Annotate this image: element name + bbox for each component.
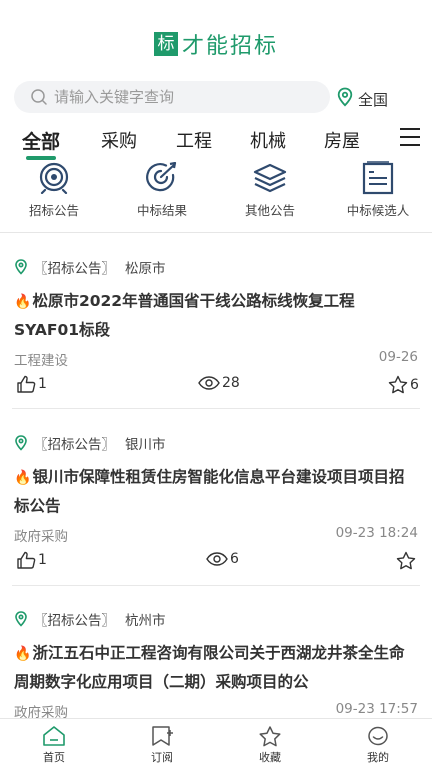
notice-title-text: 松原市2022年普通国省干线公路标线恢复工程SYAF01标段: [14, 292, 355, 339]
app-header: 标 才能招标: [0, 0, 432, 68]
card-meta: 工程建设 09-26: [14, 349, 418, 369]
hot-icon: 🔥: [14, 646, 32, 662]
quick-entries: 招标公告 中标结果 其他公告 中标候选人: [0, 160, 432, 220]
nav-home[interactable]: 首页: [0, 719, 108, 768]
location-selector[interactable]: 全国: [336, 85, 388, 110]
quick-entry-label: 中标结果: [136, 203, 187, 218]
location-pin-icon: [15, 435, 27, 451]
app-name: 才能招标: [181, 34, 278, 59]
quick-entry-label: 其他公告: [244, 203, 295, 218]
card-stats: 1 28 6: [14, 375, 419, 401]
quick-entry-other-notice[interactable]: 其他公告: [216, 160, 324, 220]
target-icon: [39, 162, 69, 194]
target-arrow-icon: [146, 162, 177, 192]
nav-profile[interactable]: 我的: [324, 719, 432, 768]
view-count-display: 6: [206, 551, 239, 567]
favorite-button[interactable]: 6: [388, 375, 419, 394]
notice-title-text: 银川市保障性租赁住房智能化信息平台建设项目项目招标公告: [14, 468, 405, 515]
subscribe-icon: [152, 726, 173, 746]
nav-label: 我的: [367, 751, 389, 764]
card-stats: 1 6: [14, 551, 418, 577]
notice-title[interactable]: 🔥银川市保障性租赁住房智能化信息平台建设项目项目招标公告: [14, 463, 418, 519]
card-meta: 政府采购 09-23 17:57: [14, 701, 418, 721]
location-pin-icon: [15, 611, 27, 627]
notice-type: 〖招标公告〗: [34, 261, 115, 277]
hot-icon: 🔥: [14, 294, 32, 310]
card-tag-line: 〖招标公告〗 松原市: [14, 257, 418, 277]
hot-icon: 🔥: [14, 470, 32, 486]
like-button[interactable]: 1: [16, 375, 47, 393]
view-count-display: 28: [198, 375, 240, 391]
card-tag-line: 〖招标公告〗 银川市: [14, 433, 418, 453]
category-tabs: 全部 采购 工程 机械 房屋: [0, 122, 432, 160]
nav-label: 首页: [43, 751, 65, 764]
notice-category: 工程建设: [14, 353, 68, 369]
like-count: 1: [38, 376, 47, 392]
location-pin-icon: [15, 259, 27, 275]
quick-entry-candidates[interactable]: 中标候选人: [324, 160, 432, 220]
list-item[interactable]: 〖招标公告〗 银川市 🔥银川市保障性租赁住房智能化信息平台建设项目项目招标公告 …: [0, 433, 432, 577]
star-icon: [396, 551, 416, 570]
app-logo: 标 才能招标: [153, 28, 278, 60]
nav-favorites[interactable]: 收藏: [216, 719, 324, 768]
menu-icon[interactable]: [400, 128, 420, 146]
quick-entry-tender-notice[interactable]: 招标公告: [0, 160, 108, 220]
card-tag-line: 〖招标公告〗 杭州市: [14, 609, 418, 629]
eye-icon: [198, 376, 220, 390]
quick-entry-label: 招标公告: [28, 203, 79, 218]
like-button[interactable]: 1: [16, 551, 47, 569]
nav-subscribe[interactable]: 订阅: [108, 719, 216, 768]
eye-icon: [206, 552, 228, 566]
location-pin-icon: [337, 87, 353, 107]
card-divider: [12, 585, 420, 586]
list-item[interactable]: 〖招标公告〗 松原市 🔥松原市2022年普通国省干线公路标线恢复工程SYAF01…: [0, 257, 432, 401]
card-divider: [12, 408, 420, 409]
home-icon: [43, 726, 65, 746]
star-icon: [388, 375, 408, 394]
notice-title[interactable]: 🔥浙江五石中正工程咨询有限公司关于西湖龙井茶全生命周期数字化应用项目（二期）采购…: [14, 639, 418, 695]
tab-housing[interactable]: 房屋: [324, 127, 360, 153]
notice-type: 〖招标公告〗: [34, 613, 115, 629]
notice-date: 09-23 18:24: [335, 525, 418, 541]
thumbs-up-icon: [17, 551, 36, 569]
bottom-nav: 首页 订阅 收藏 我的: [0, 718, 432, 768]
tab-engineering[interactable]: 工程: [176, 127, 212, 153]
notice-title[interactable]: 🔥松原市2022年普通国省干线公路标线恢复工程SYAF01标段: [14, 287, 418, 343]
like-count: 1: [38, 552, 47, 568]
layers-icon: [253, 163, 287, 193]
quick-entry-award-result[interactable]: 中标结果: [108, 160, 216, 220]
nav-label: 订阅: [151, 751, 173, 764]
quick-entry-label: 中标候选人: [346, 203, 410, 218]
notice-city: 银川市: [125, 437, 166, 453]
notice-category: 政府采购: [14, 529, 68, 545]
search-box[interactable]: [14, 81, 330, 113]
thumbs-up-icon: [17, 375, 36, 393]
section-divider: [0, 232, 432, 233]
view-count: 6: [230, 551, 239, 567]
favorite-button[interactable]: [396, 551, 418, 570]
search-input[interactable]: [54, 88, 304, 106]
location-label: 全国: [358, 90, 389, 109]
favorite-count: 6: [410, 376, 419, 393]
notice-city: 松原市: [125, 261, 166, 277]
tab-procurement[interactable]: 采购: [101, 127, 137, 153]
profile-icon: [368, 726, 388, 746]
notice-type: 〖招标公告〗: [34, 437, 115, 453]
list-item[interactable]: 〖招标公告〗 杭州市 🔥浙江五石中正工程咨询有限公司关于西湖龙井茶全生命周期数字…: [0, 609, 432, 721]
notice-city: 杭州市: [125, 613, 166, 629]
star-icon: [259, 726, 281, 747]
view-count: 28: [222, 375, 240, 391]
tab-machinery[interactable]: 机械: [250, 127, 286, 153]
notice-date: 09-23 17:57: [335, 701, 418, 717]
notice-title-text: 浙江五石中正工程咨询有限公司关于西湖龙井茶全生命周期数字化应用项目（二期）采购项…: [14, 644, 405, 691]
notice-date: 09-26: [378, 349, 418, 365]
logo-mark: 标: [153, 32, 178, 56]
nav-label: 收藏: [259, 751, 281, 764]
search-row: 全国: [14, 80, 418, 114]
notice-category: 政府采购: [14, 705, 68, 721]
search-icon: [31, 89, 47, 105]
card-meta: 政府采购 09-23 18:24: [14, 525, 418, 545]
tab-all[interactable]: 全部: [22, 127, 60, 160]
document-list-icon: [362, 161, 394, 195]
